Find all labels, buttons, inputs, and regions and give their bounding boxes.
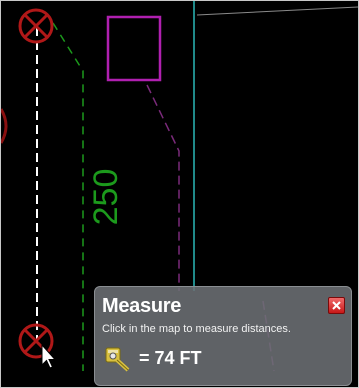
close-icon — [332, 301, 341, 310]
map-view[interactable]: 250 Measure Click in the map to measure … — [0, 0, 359, 388]
parcel-number-label: 250 — [87, 168, 125, 226]
measure-value: = 74 FT — [139, 347, 202, 368]
measure-tool-icon[interactable] — [103, 344, 131, 372]
measure-instruction: Click in the map to measure distances. — [102, 323, 291, 335]
map-marker-fragment — [1, 108, 8, 144]
dimension-line — [52, 22, 84, 371]
measure-title: Measure — [102, 295, 182, 317]
map-road-line — [196, 6, 358, 16]
measure-result: = 74 FT — [103, 343, 202, 373]
parcel-boundary — [146, 84, 180, 291]
selected-feature-square[interactable] — [106, 15, 162, 82]
measure-panel: Measure Click in the map to measure dist… — [94, 286, 352, 386]
close-button[interactable] — [328, 297, 345, 314]
measure-start-marker[interactable] — [18, 8, 54, 44]
